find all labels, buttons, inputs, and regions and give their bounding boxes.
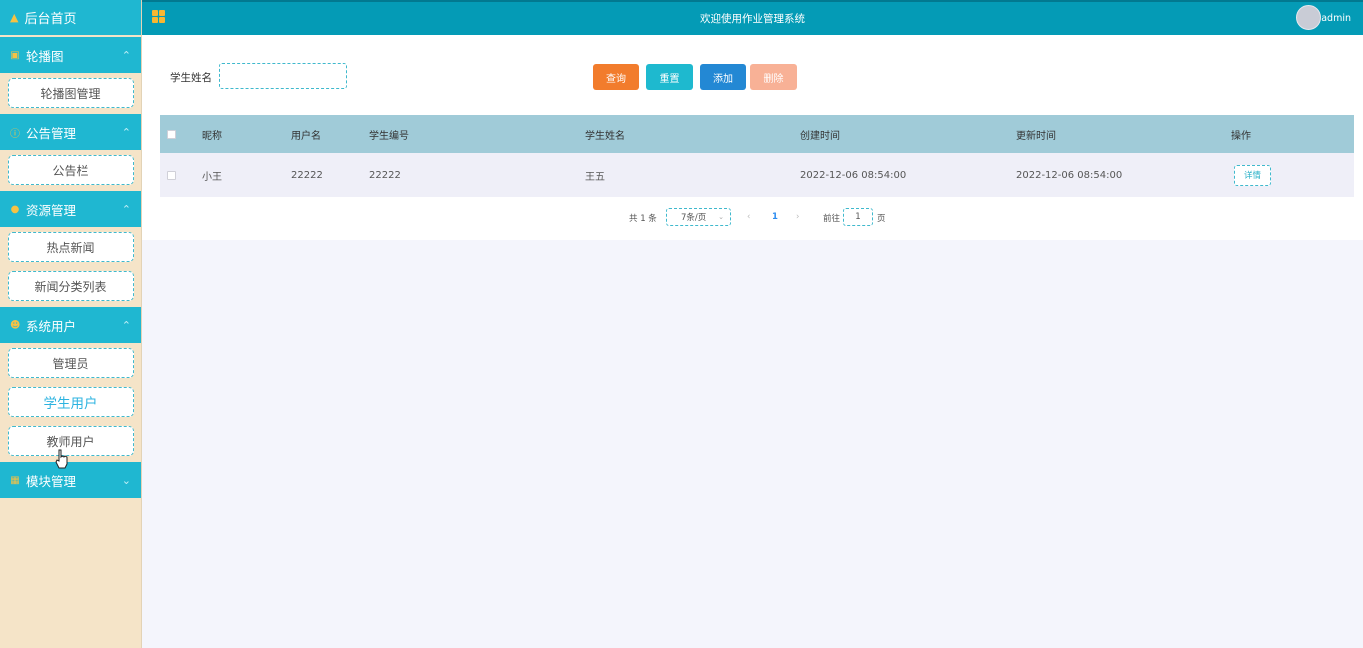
- data-table: 昵称 用户名 学生编号 学生姓名 创建时间 更新时间 操作 小王 22222 2…: [160, 115, 1354, 197]
- table-row: 小王 22222 22222 王五 2022-12-06 08:54:00 20…: [160, 153, 1354, 197]
- student-name-search-input[interactable]: [219, 63, 347, 89]
- menu-item-news-categories[interactable]: 新闻分类列表: [7, 271, 134, 301]
- cell-nickname: 小王: [202, 171, 222, 183]
- sidebar-home-label: 后台首页: [24, 12, 77, 27]
- menu-item-admin[interactable]: 管理员: [7, 348, 134, 378]
- query-button[interactable]: 查询: [593, 64, 639, 90]
- avatar[interactable]: [1296, 5, 1321, 30]
- page-size-value: 7条/页: [681, 213, 707, 223]
- chevron-up-icon: ⌃: [121, 202, 131, 216]
- pagination: 共 1 条 7条/页 ⌄ ‹ 1 › 前往 1 页: [142, 207, 1363, 227]
- goto-page-input[interactable]: 1: [843, 208, 873, 226]
- pagination-total: 共 1 条: [629, 214, 657, 224]
- menu-group-notice[interactable]: ⓘ 公告管理 ⌃: [0, 114, 141, 150]
- column-header: 操作: [1231, 130, 1251, 142]
- menu-group-modules[interactable]: ▦ 模块管理 ⌄: [0, 462, 141, 498]
- main-panel: 学生姓名 查询 重置 添加 删除 昵称 用户名 学生编号 学生姓名 创建时间 更…: [142, 35, 1363, 240]
- chevron-down-icon: ⌄: [121, 473, 131, 487]
- menu-item-teacher-users[interactable]: 教师用户: [7, 426, 134, 456]
- chevron-down-icon: ⌄: [718, 213, 724, 221]
- column-header: 创建时间: [800, 130, 840, 142]
- add-button[interactable]: 添加: [700, 64, 746, 90]
- cell-username: 22222: [291, 169, 323, 181]
- location-pin-icon: ●: [10, 203, 20, 215]
- menu-group-label: 轮播图: [26, 48, 64, 64]
- sidebar: ▲ 后台首页 ▣ 轮播图 ⌃ 轮播图管理 ⓘ 公告管理 ⌃ 公告栏 ● 资源管理…: [0, 0, 142, 648]
- menu-group-label: 系统用户: [26, 318, 77, 334]
- page-title: 欢迎使用作业管理系统: [700, 13, 805, 25]
- column-header: 更新时间: [1016, 130, 1056, 142]
- top-bar: 欢迎使用作业管理系统 admin: [142, 0, 1363, 35]
- prev-page-icon[interactable]: ‹: [747, 212, 750, 222]
- table-header: 昵称 用户名 学生编号 学生姓名 创建时间 更新时间 操作: [160, 115, 1354, 153]
- menu-item-carousel-management[interactable]: 轮播图管理: [7, 78, 134, 108]
- chevron-up-icon: ⌃: [121, 125, 131, 139]
- column-header: 昵称: [202, 130, 222, 142]
- search-label: 学生姓名: [170, 72, 212, 84]
- menu-group-resources[interactable]: ● 资源管理 ⌃: [0, 191, 141, 227]
- current-page[interactable]: 1: [772, 212, 778, 222]
- column-header: 用户名: [291, 130, 321, 142]
- cell-student-no: 22222: [369, 169, 401, 181]
- home-icon: ▲: [10, 11, 19, 24]
- image-icon: ▣: [10, 49, 20, 61]
- column-header: 学生姓名: [585, 130, 625, 142]
- cell-student-name: 王五: [585, 171, 605, 183]
- menu-item-student-users[interactable]: 学生用户: [7, 387, 134, 417]
- menu-item-hot-news[interactable]: 热点新闻: [7, 232, 134, 262]
- next-page-icon[interactable]: ›: [796, 212, 799, 222]
- user-icon: ☻: [10, 319, 21, 331]
- info-icon: ⓘ: [10, 128, 20, 140]
- sidebar-home[interactable]: ▲ 后台首页: [0, 0, 141, 35]
- goto-label: 前往: [823, 214, 841, 224]
- menu-group-carousel[interactable]: ▣ 轮播图 ⌃: [0, 37, 141, 73]
- menu-group-label: 模块管理: [26, 473, 77, 489]
- page-size-select[interactable]: 7条/页 ⌄: [666, 208, 731, 226]
- delete-button[interactable]: 删除: [750, 64, 797, 90]
- row-checkbox[interactable]: [167, 170, 176, 180]
- detail-button[interactable]: 详情: [1234, 164, 1271, 186]
- menu-item-notice-board[interactable]: 公告栏: [7, 155, 134, 185]
- chevron-up-icon: ⌃: [121, 48, 131, 62]
- chevron-up-icon: ⌃: [121, 318, 131, 332]
- page-suffix: 页: [877, 214, 886, 224]
- username-label[interactable]: admin: [1321, 13, 1351, 24]
- menu-group-label: 公告管理: [26, 125, 77, 141]
- grid-icon: ▦: [10, 474, 20, 486]
- goto-page-value: 1: [855, 212, 861, 222]
- menu-group-system-users[interactable]: ☻ 系统用户 ⌃: [0, 307, 141, 343]
- reset-button[interactable]: 重置: [646, 64, 693, 90]
- menu-group-label: 资源管理: [26, 202, 77, 218]
- select-all-checkbox[interactable]: [167, 129, 176, 139]
- cell-updated-time: 2022-12-06 08:54:00: [1016, 169, 1123, 181]
- column-header: 学生编号: [369, 130, 409, 142]
- cell-created-time: 2022-12-06 08:54:00: [800, 169, 907, 181]
